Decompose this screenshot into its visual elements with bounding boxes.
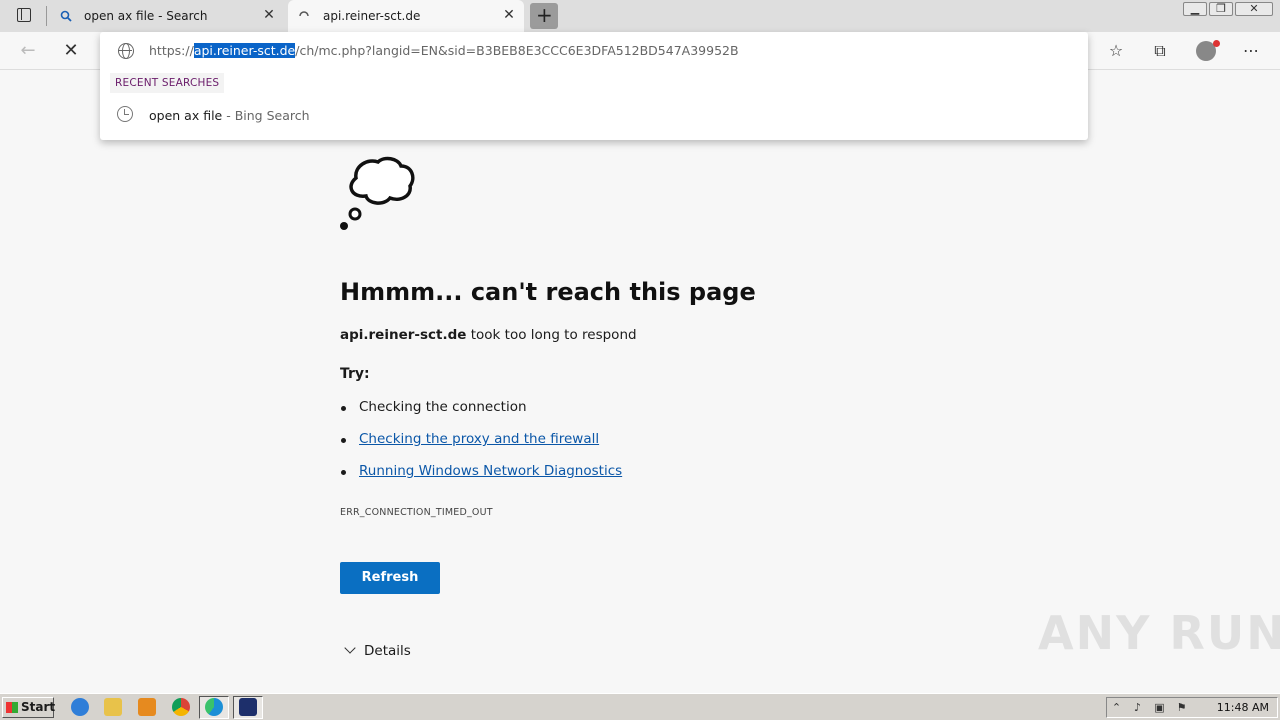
url-prefix: https:// — [149, 43, 194, 58]
ie-icon[interactable] — [71, 698, 89, 716]
page-title: Hmmm... can't reach this page — [340, 278, 756, 306]
close-icon[interactable]: ✕ — [502, 8, 516, 22]
address-bar-dropdown: https://api.reiner-sct.de/ch/mc.php?lang… — [100, 32, 1088, 140]
tab-strip: open ax file - Search ✕ api.reiner-sct.d… — [0, 0, 1280, 32]
refresh-button[interactable]: Refresh — [340, 562, 440, 594]
chevron-down-icon — [344, 642, 356, 654]
minimize-button[interactable]: ▁ — [1183, 2, 1207, 16]
chevron-up-icon[interactable]: ⌃ — [1110, 701, 1123, 714]
back-button[interactable]: ← — [18, 41, 38, 61]
suggestion-source: - Bing Search — [222, 108, 310, 123]
watermark: ANY RUN — [1038, 606, 1280, 660]
tab-actions-button[interactable] — [8, 6, 40, 26]
system-tray: ⌃ ♪ ▣ ⚑ 11:48 AM — [1106, 697, 1278, 718]
tab-actions-icon — [17, 8, 31, 22]
globe-icon — [118, 43, 134, 59]
try-label: Try: — [340, 366, 370, 382]
tab-separator — [46, 6, 47, 26]
suggestion-item[interactable]: open ax file - Bing Search — [149, 108, 310, 123]
taskbar: Start ⌃ ♪ ▣ ⚑ 11:48 AM — [0, 693, 1280, 720]
edge-icon — [205, 698, 223, 716]
close-icon: ✕ — [1249, 2, 1259, 15]
favorites-button[interactable]: ☆ — [1105, 40, 1127, 62]
thought-cloud-icon — [340, 156, 415, 230]
history-icon — [117, 106, 133, 122]
details-toggle[interactable]: Details — [342, 642, 411, 659]
tip-link-network-diagnostics[interactable]: Running Windows Network Diagnostics — [340, 463, 622, 479]
chrome-icon[interactable] — [172, 698, 190, 716]
tip-link-proxy-firewall[interactable]: Checking the proxy and the firewall — [340, 431, 599, 447]
error-message: api.reiner-sct.de took too long to respo… — [340, 327, 637, 343]
clock: 11:48 AM — [1216, 701, 1269, 714]
collections-icon: ⧉ — [1154, 41, 1166, 60]
search-icon — [60, 10, 72, 22]
close-icon[interactable]: ✕ — [262, 8, 276, 22]
address-bar-input[interactable]: https://api.reiner-sct.de/ch/mc.php?lang… — [149, 43, 739, 58]
tab-api-reiner[interactable]: api.reiner-sct.de ✕ — [288, 0, 524, 32]
new-tab-button[interactable]: + — [530, 3, 558, 29]
error-code: ERR_CONNECTION_TIMED_OUT — [340, 507, 493, 518]
tab-title: api.reiner-sct.de — [323, 9, 421, 23]
profile-avatar[interactable] — [1196, 40, 1220, 61]
tab-search[interactable]: open ax file - Search ✕ — [50, 0, 284, 32]
volume-icon[interactable]: ♪ — [1131, 701, 1144, 714]
settings-menu-button[interactable]: ⋯ — [1240, 40, 1262, 62]
network-icon[interactable]: ▣ — [1153, 701, 1166, 714]
folder-icon[interactable] — [104, 698, 122, 716]
flag-icon[interactable]: ⚑ — [1175, 701, 1188, 714]
recent-searches-label: RECENT SEARCHES — [110, 73, 225, 93]
arrow-left-icon: ← — [20, 40, 36, 61]
app-icon — [239, 698, 257, 716]
restore-icon: ❐ — [1216, 2, 1226, 15]
tab-title: open ax file - Search — [84, 9, 208, 23]
close-window-button[interactable]: ✕ — [1235, 2, 1273, 16]
tip-item: Checking the connection — [341, 399, 527, 415]
error-description: took too long to respond — [466, 327, 637, 343]
suggestion-text: open ax file — [149, 108, 223, 123]
details-label: Details — [364, 643, 411, 659]
close-icon: ✕ — [63, 40, 79, 61]
loading-spinner-icon — [299, 11, 309, 17]
collections-button[interactable]: ⧉ — [1149, 40, 1171, 62]
plus-icon: + — [536, 3, 553, 27]
restore-button[interactable]: ❐ — [1209, 2, 1233, 16]
url-host-selected: api.reiner-sct.de — [193, 43, 296, 58]
start-button[interactable]: Start — [2, 697, 55, 718]
media-player-icon[interactable] — [138, 698, 156, 716]
more-icon: ⋯ — [1243, 41, 1259, 60]
stop-button[interactable]: ✕ — [61, 41, 81, 61]
star-icon: ☆ — [1108, 41, 1124, 60]
url-path: /ch/mc.php?langid=EN&sid=B3BEB8E3CCC6E3D… — [295, 43, 739, 58]
minimize-icon: ▁ — [1190, 2, 1200, 15]
error-host: api.reiner-sct.de — [340, 327, 467, 343]
